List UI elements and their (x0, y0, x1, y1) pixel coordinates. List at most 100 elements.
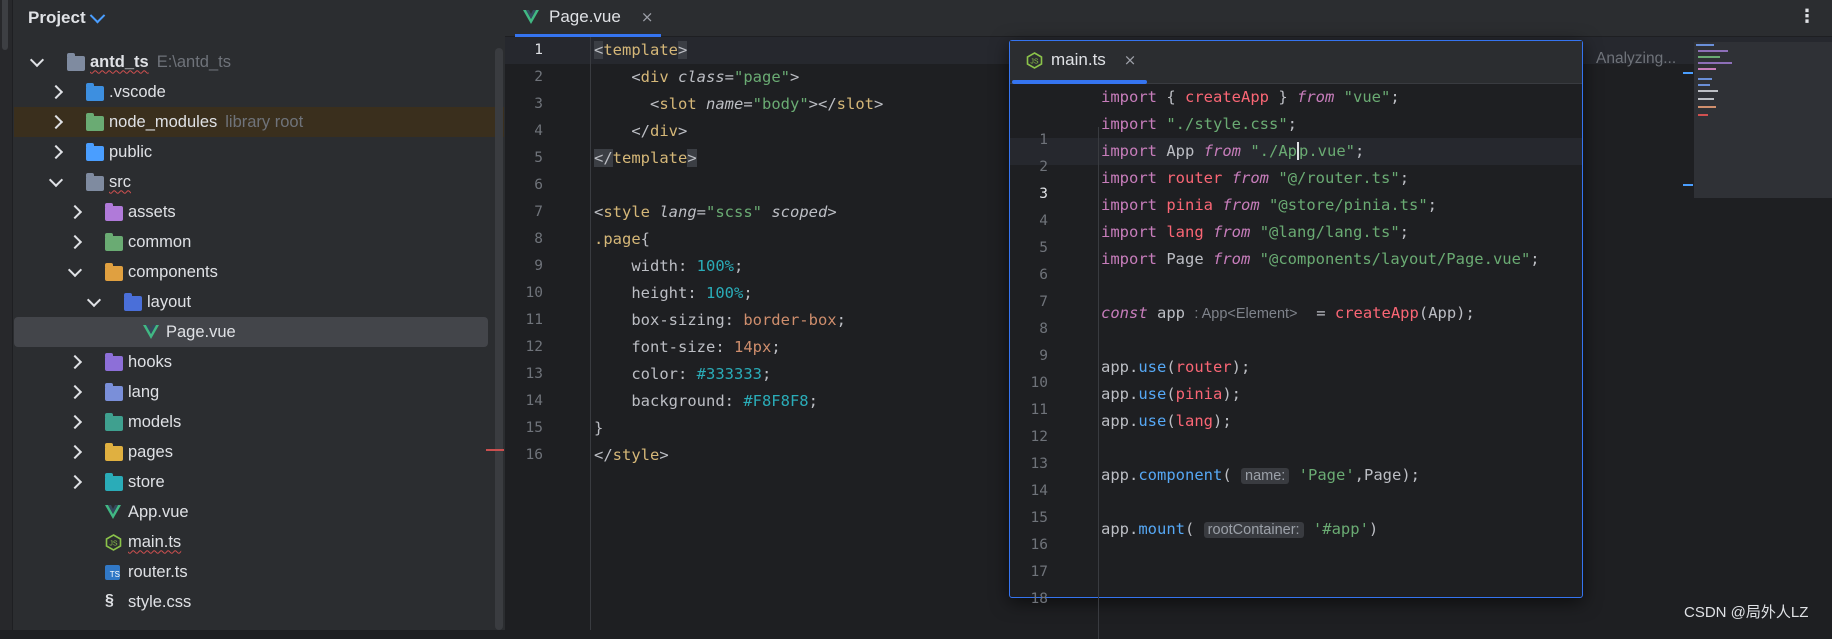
chevron-right-icon[interactable] (48, 144, 64, 160)
close-icon[interactable]: × (1124, 51, 1137, 69)
line-number: 1 (534, 42, 543, 58)
code-line-10[interactable]: height: 100%; (594, 280, 752, 307)
chevron-down-icon[interactable] (48, 172, 64, 188)
tab-label: Page.vue (549, 7, 621, 26)
popup-code-line-13[interactable]: app.use(lang); (1101, 408, 1232, 435)
common-folder-icon (105, 233, 123, 251)
chevron-right-icon[interactable] (67, 384, 83, 400)
popup-code-line-15[interactable]: app.component( name: 'Page',Page); (1101, 462, 1420, 489)
popup-code-area[interactable]: 1 2 3 4 5 6 7 8 9 10 11 12 13 14 15 16 17 18 import { cre… (1010, 84, 1582, 639)
popup-code-line-1[interactable]: import { createApp } from "vue"; (1101, 84, 1400, 111)
components-folder-icon (105, 263, 123, 281)
chevron-right-icon[interactable] (67, 204, 83, 220)
code-line-8[interactable]: .page{ (594, 226, 650, 253)
line-number: 10 (525, 285, 543, 301)
tree-item-label: router.ts (128, 562, 188, 581)
panel-scrollbar[interactable] (495, 48, 503, 630)
public-folder-icon (86, 143, 104, 161)
tree-item-label: pages (128, 442, 173, 461)
code-line-13[interactable]: color: #333333; (594, 361, 771, 388)
chevron-right-icon[interactable] (67, 414, 83, 430)
chevron-right-icon[interactable] (48, 114, 64, 130)
tree-item-components[interactable]: components (14, 257, 504, 287)
popup-line-number: 4 (1039, 213, 1048, 229)
popup-code-line-3[interactable]: import App from "./Ap p.vue"; (1101, 138, 1364, 165)
popup-code-line-17[interactable]: app.mount( rootContainer: '#app') (1101, 516, 1378, 543)
tab-main-ts[interactable]: JS main.ts × (1026, 41, 1136, 79)
tree-item-src[interactable]: src (14, 167, 504, 197)
code-line-4[interactable]: </div> (594, 118, 687, 145)
tree-item-public[interactable]: public (14, 137, 504, 167)
editor-gutter: 1 2 3 4 5 6 7 8 9 10 11 12 13 14 15 16 (505, 37, 591, 630)
popup-code-line-2[interactable]: import "./style.css"; (1101, 111, 1297, 138)
tree-item-app-vue[interactable]: App.vue (14, 497, 504, 527)
code-line-9[interactable]: width: 100%; (594, 253, 743, 280)
code-line-2[interactable]: <div class="page"> (594, 64, 799, 91)
popup-code-line-4[interactable]: import router from "@/router.ts"; (1101, 165, 1409, 192)
close-icon[interactable]: × (641, 8, 654, 26)
tool-window-marker[interactable] (2, 0, 8, 50)
tree-item-lang[interactable]: lang (14, 377, 504, 407)
line-number: 14 (525, 393, 543, 409)
tree-item-main-ts[interactable]: JS main.ts (14, 527, 504, 557)
chevron-right-icon[interactable] (67, 444, 83, 460)
chevron-right-icon[interactable] (67, 234, 83, 250)
popup-line-number: 16 (1030, 537, 1048, 553)
popup-code-line-9[interactable]: const app : App<Element> = createApp(App… (1101, 300, 1475, 327)
popup-code-line-5[interactable]: import pinia from "@store/pinia.ts"; (1101, 192, 1437, 219)
tree-item-common[interactable]: common (14, 227, 504, 257)
popup-tab-label: main.ts (1051, 50, 1106, 69)
popup-gutter: 1 2 3 4 5 6 7 8 9 10 11 12 13 14 15 16 17 18 (1010, 127, 1099, 639)
store-folder-icon (105, 473, 123, 491)
popup-code-line-11[interactable]: app.use(router); (1101, 354, 1250, 381)
popup-code-line-7[interactable]: import Page from "@components/layout/Pag… (1101, 246, 1540, 273)
code-line-12[interactable]: font-size: 14px; (594, 334, 780, 361)
tree-item-page-vue[interactable]: Page.vue (14, 317, 488, 347)
tree-item-label: node_modules (109, 112, 218, 131)
line-number: 2 (534, 69, 543, 85)
popup-code-line-6[interactable]: import lang from "@lang/lang.ts"; (1101, 219, 1409, 246)
tree-item-label: .vscode (109, 82, 166, 101)
code-line-16[interactable]: </style> (594, 442, 669, 469)
code-line-1[interactable]: <template> (594, 37, 688, 64)
project-panel-header[interactable]: Project (28, 6, 105, 30)
code-line-5[interactable]: </template> (594, 145, 697, 172)
chevron-down-icon[interactable] (89, 7, 105, 23)
chevron-right-icon[interactable] (67, 474, 83, 490)
chevron-down-icon[interactable] (67, 262, 83, 278)
tree-item-node-modules[interactable]: node_modules library root (14, 107, 504, 137)
code-line-11[interactable]: box-sizing: border-box; (594, 307, 846, 334)
tree-item-label: main.ts (128, 532, 182, 551)
tab-page-vue[interactable]: Page.vue × (515, 0, 662, 37)
popup-code-line-12[interactable]: app.use(pinia); (1101, 381, 1241, 408)
code-line-14[interactable]: background: #F8F8F8; (594, 388, 818, 415)
code-line-15[interactable]: } (594, 415, 603, 442)
chevron-right-icon[interactable] (67, 354, 83, 370)
popup-line-number: 11 (1030, 402, 1048, 418)
chevron-down-icon[interactable] (29, 52, 45, 68)
chevron-down-icon[interactable] (86, 292, 102, 308)
more-options-icon[interactable]: ⋮ (1798, 6, 1816, 27)
tree-item-assets[interactable]: assets (14, 197, 504, 227)
code-line-7[interactable]: <style lang="scss" scoped> (594, 199, 837, 226)
tree-item-antd-ts[interactable]: antd_ts E:\antd_ts (14, 47, 504, 77)
line-number: 9 (534, 258, 543, 274)
chevron-right-icon[interactable] (48, 84, 64, 100)
popup-line-number: 5 (1039, 240, 1048, 256)
tree-item-hooks[interactable]: hooks (14, 347, 504, 377)
minimap[interactable] (1694, 42, 1832, 198)
tree-item-store[interactable]: store (14, 467, 504, 497)
tree-item-vscode[interactable]: .vscode (14, 77, 504, 107)
popup-line-number: 2 (1039, 159, 1048, 175)
code-line-3[interactable]: <slot name="body"></slot> (594, 91, 883, 118)
tree-item-style-css[interactable]: § style.css (14, 587, 504, 617)
tree-item-models[interactable]: models (14, 407, 504, 437)
tree-item-layout[interactable]: layout (14, 287, 504, 317)
hooks-folder-icon (105, 353, 123, 371)
tree-item-router-ts[interactable]: TS router.ts (14, 557, 504, 587)
pages-folder-icon (105, 443, 123, 461)
tree-item-label: hooks (128, 352, 173, 371)
tree-item-pages[interactable]: pages (14, 437, 504, 467)
lang-folder-icon (105, 383, 123, 401)
main-ts-popup[interactable]: JS main.ts × 1 2 3 4 5 6 7 8 9 10 11 12 13 14 15 16 17 18… (1009, 40, 1583, 639)
